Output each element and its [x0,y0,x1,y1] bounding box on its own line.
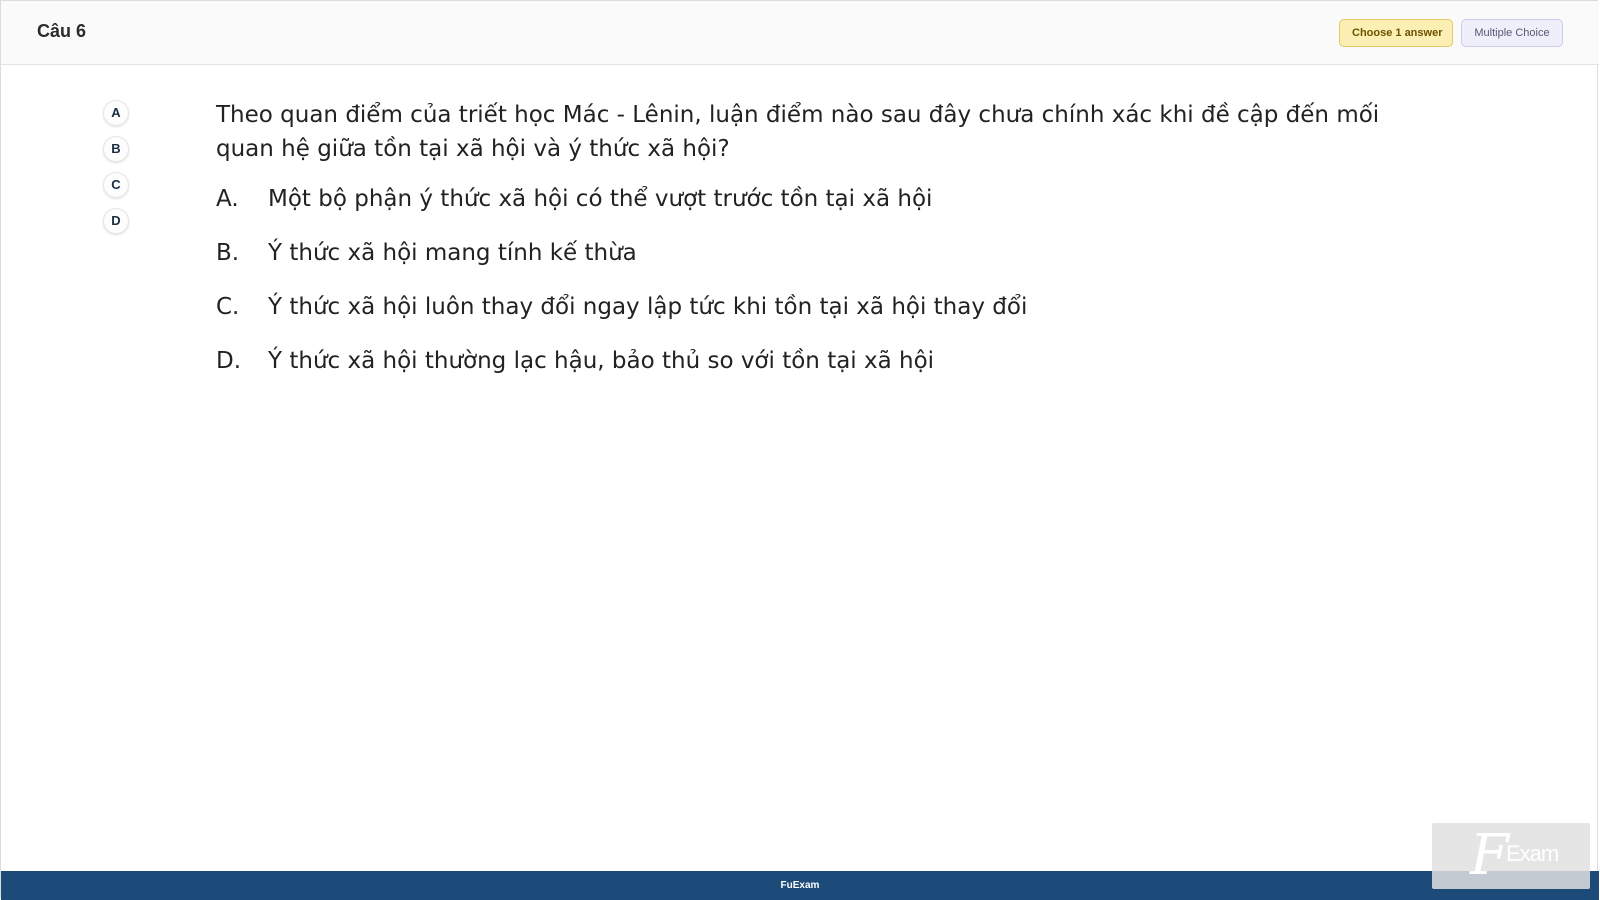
pick-button-d[interactable]: D [103,208,129,234]
question-text: Theo quan điểm của triết học Mác - Lênin… [216,102,1380,162]
answer-text: Ý thức xã hội luôn thay đổi ngay lập tức… [268,294,1028,320]
answer-option-a: A. Một bộ phận ý thức xã hội có thể vượt… [216,182,1406,216]
footer-bar: FuExam [1,871,1599,900]
answer-letter: B. [216,240,240,266]
answer-option-b: B. Ý thức xã hội mang tính kế thừa [216,236,1406,270]
pick-button-b[interactable]: B [103,136,129,162]
answer-letter: C. [216,294,240,320]
logo-f-mark: F [1470,823,1509,888]
choose-one-answer-badge: Choose 1 answer [1339,19,1453,47]
question-number-title: Câu 6 [37,21,87,41]
answer-text: Ý thức xã hội mang tính kế thừa [268,240,637,266]
question-content: Theo quan điểm của triết học Mác - Lênin… [216,98,1406,398]
answer-letter: A. [216,186,239,212]
fuexam-logo-watermark: F Exam [1432,823,1590,889]
question-header: Câu 6 Choose 1 answer Multiple Choice [1,1,1599,65]
answer-letter: D. [216,348,242,374]
footer-brand: FuExam [780,880,820,891]
answer-option-c: C. Ý thức xã hội luôn thay đổi ngay lập … [216,290,1406,324]
answer-option-d: D. Ý thức xã hội thường lạc hậu, bảo thủ… [216,344,1406,378]
multiple-choice-badge: Multiple Choice [1461,19,1563,47]
pick-button-a[interactable]: A [103,100,129,126]
logo-exam-text: Exam [1506,841,1559,866]
answer-text: Ý thức xã hội thường lạc hậu, bảo thủ so… [268,348,935,374]
pick-button-c[interactable]: C [103,172,129,198]
answer-text: Một bộ phận ý thức xã hội có thể vượt tr… [268,186,933,212]
answer-picker: A B C D [103,100,129,244]
